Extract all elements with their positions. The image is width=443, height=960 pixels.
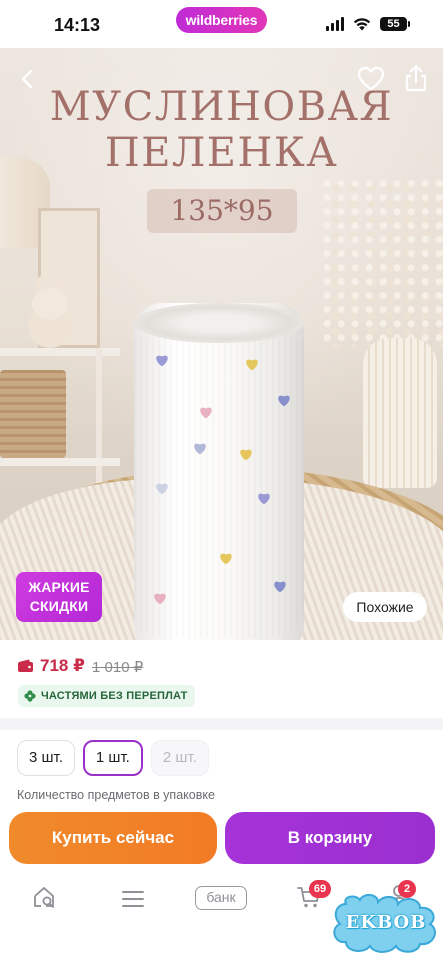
dried-flowers-decor: [323, 178, 443, 348]
status-icons: 55: [326, 17, 410, 31]
heart-pattern: [154, 355, 290, 605]
current-price: 718 ₽: [40, 656, 85, 675]
hero-title-line2: ПЕЛЕНКА: [104, 130, 339, 176]
quantity-caption: Количество предметов в упаковке: [17, 788, 215, 802]
quantity-option-1[interactable]: 1 шт.: [82, 740, 143, 776]
heart-print: [156, 355, 168, 367]
section-divider: [0, 718, 443, 730]
status-time: 14:13: [54, 15, 101, 35]
installment-badge[interactable]: ЧАСТЯМИ БЕЗ ПЕРЕПЛАТ: [18, 685, 195, 707]
heart-print: [274, 581, 286, 593]
old-price: 1 010 ₽: [92, 659, 144, 676]
vase-decor: [363, 338, 437, 488]
small-basket-decor: [0, 370, 66, 458]
heart-print: [258, 493, 270, 505]
size-badge: 135*95: [147, 189, 297, 233]
wifi-icon: [353, 18, 371, 31]
home-search-icon[interactable]: [32, 884, 58, 910]
quantity-option-2[interactable]: 2 шт.: [150, 740, 209, 776]
share-icon[interactable]: [402, 62, 430, 94]
hot-deals-badge[interactable]: ЖАРКИЕ СКИДКИ: [16, 572, 102, 622]
quantity-options: 3 шт. 1 шт. 2 шт.: [17, 740, 209, 776]
bunny-toy-decor: [20, 276, 80, 348]
battery-icon: 55: [380, 17, 410, 31]
catalog-menu-icon[interactable]: [121, 888, 145, 910]
quantity-option-3[interactable]: 3 шт.: [17, 740, 75, 776]
favorite-heart-icon[interactable]: [356, 64, 386, 94]
heart-print: [154, 593, 166, 605]
status-bar: 14:13 wildberries 55: [0, 0, 443, 48]
heart-print: [200, 407, 212, 419]
bank-icon[interactable]: банк: [195, 886, 247, 910]
cellular-signal-icon: [326, 17, 344, 31]
heart-print: [246, 359, 258, 371]
clover-icon: [24, 690, 36, 702]
wallet-icon: [18, 659, 33, 672]
heart-print: [278, 395, 290, 407]
heart-print: [194, 443, 206, 455]
heart-print: [240, 449, 252, 461]
installment-label: ЧАСТЯМИ БЕЗ ПЕРЕПЛАТ: [41, 690, 188, 702]
heart-print: [220, 553, 232, 565]
buy-now-button[interactable]: Купить сейчас: [9, 812, 217, 864]
watermark-text: EKBOB: [345, 912, 427, 933]
cart-count-badge: 69: [309, 880, 331, 898]
back-arrow-icon[interactable]: [12, 62, 42, 96]
heart-print: [156, 483, 168, 495]
add-to-cart-button[interactable]: В корзину: [225, 812, 435, 864]
similar-button[interactable]: Похожие: [343, 592, 427, 622]
brand-logo: wildberries: [176, 7, 267, 33]
